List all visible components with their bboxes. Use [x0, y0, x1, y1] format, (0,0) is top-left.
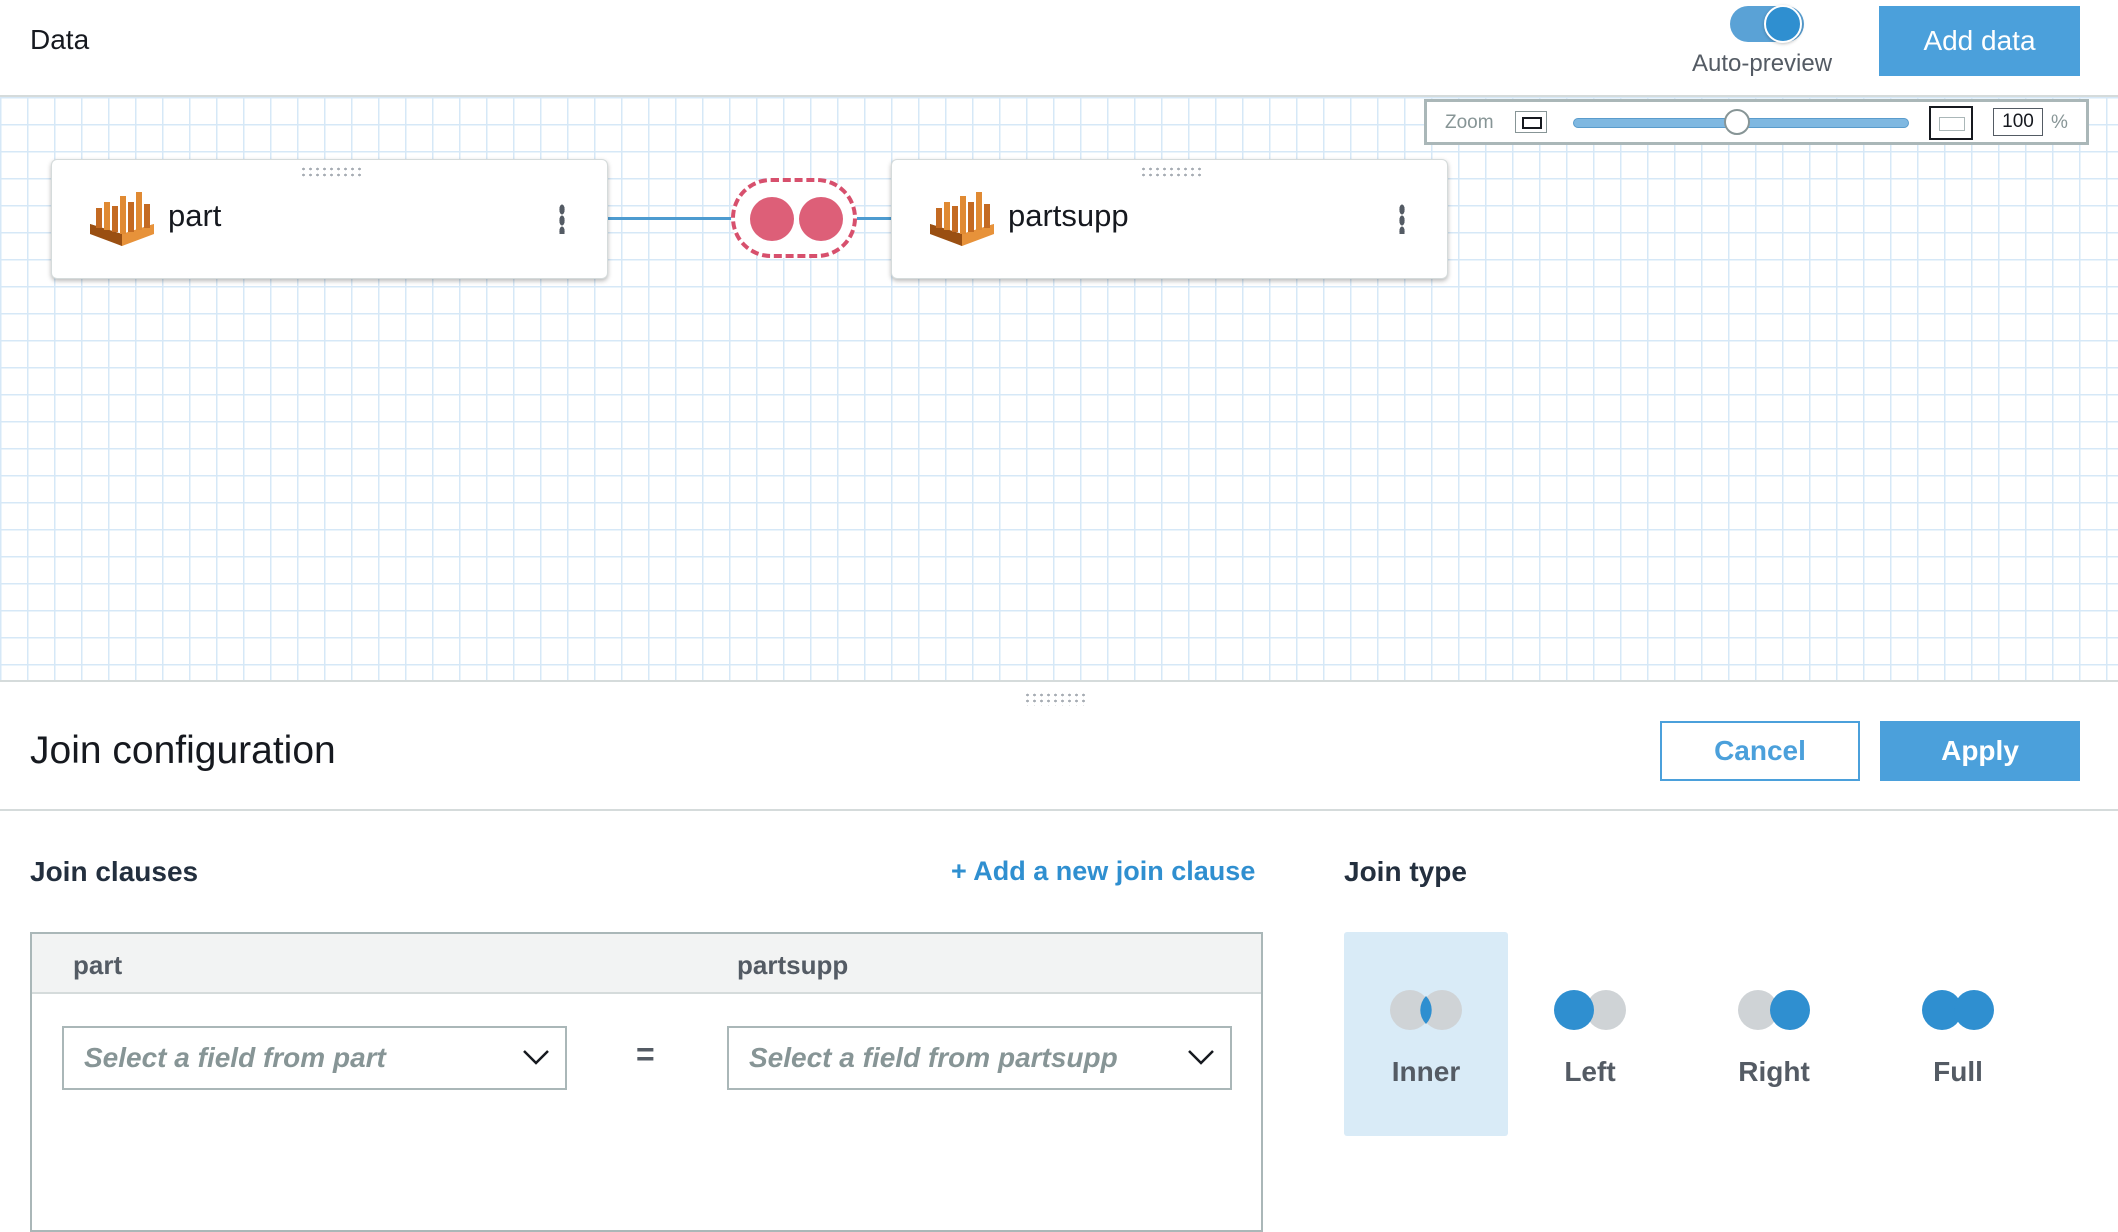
join-type-right[interactable]: Right	[1692, 932, 1856, 1136]
left-join-icon	[1554, 990, 1626, 1030]
redshift-table-icon	[930, 192, 994, 246]
left-dataset-column: part	[73, 950, 123, 980]
join-clauses-table: part partsupp Select a field from part =…	[30, 932, 1263, 1232]
join-type-heading: Join type	[1344, 856, 1467, 887]
auto-preview-label: Auto-preview	[1692, 50, 1833, 77]
apply-button[interactable]: Apply	[1880, 721, 2080, 781]
chevron-down-icon	[523, 1050, 549, 1065]
page-title: Data	[30, 24, 90, 55]
join-type-label: Inner	[1391, 1056, 1461, 1087]
join-type-label: Left	[1564, 1056, 1616, 1087]
join-clauses-heading: Join clauses	[30, 856, 199, 887]
zoom-unit: %	[2051, 112, 2068, 133]
panel-resize-handle[interactable]	[1024, 692, 1086, 706]
join-circle-right	[799, 197, 843, 241]
right-field-select[interactable]: Select a field from partsupp	[727, 1026, 1232, 1090]
join-type-label: Right	[1738, 1056, 1810, 1087]
join-type-left[interactable]: Left	[1508, 932, 1672, 1136]
more-options-icon[interactable]	[1399, 204, 1405, 234]
join-type-label: Full	[1933, 1056, 1983, 1087]
dataset-node-part[interactable]: part	[51, 159, 608, 279]
dataset-node-label: part	[168, 198, 222, 233]
right-field-placeholder: Select a field from partsupp	[749, 1042, 1118, 1073]
zoom-fit-icon[interactable]	[1929, 106, 1973, 140]
divider	[0, 809, 2118, 811]
join-configuration-title: Join configuration	[30, 729, 336, 772]
join-operator: =	[636, 1036, 655, 1072]
drag-handle-icon[interactable]	[1140, 166, 1202, 178]
more-options-icon[interactable]	[559, 204, 565, 234]
zoom-out-icon[interactable]	[1515, 111, 1547, 133]
join-type-full[interactable]: Full	[1876, 932, 2040, 1136]
join-icon[interactable]	[731, 178, 857, 258]
inner-join-icon	[1390, 990, 1462, 1030]
redshift-table-icon	[90, 192, 154, 246]
full-join-icon	[1922, 990, 1994, 1030]
right-join-icon	[1738, 990, 1810, 1030]
left-field-select[interactable]: Select a field from part	[62, 1026, 567, 1090]
data-canvas[interactable]: Zoom 100 % part partsupp	[0, 97, 2118, 682]
cancel-button[interactable]: Cancel	[1660, 721, 1860, 781]
add-join-clause-link[interactable]: + Add a new join clause	[951, 856, 1255, 887]
auto-preview-toggle[interactable]	[1730, 5, 1804, 43]
join-type-inner[interactable]: Inner	[1344, 932, 1508, 1136]
zoom-control: Zoom 100 %	[1424, 99, 2089, 145]
dataset-node-partsupp[interactable]: partsupp	[891, 159, 1448, 279]
chevron-down-icon	[1188, 1050, 1214, 1065]
zoom-slider-thumb[interactable]	[1724, 109, 1750, 135]
right-dataset-column: partsupp	[737, 950, 849, 980]
left-field-placeholder: Select a field from part	[84, 1042, 386, 1073]
dataset-node-label: partsupp	[1008, 198, 1129, 233]
zoom-label: Zoom	[1445, 112, 1494, 133]
join-clauses-header: part partsupp	[32, 934, 1261, 994]
top-bar: Data Auto-preview Add data	[0, 0, 2118, 97]
add-data-button[interactable]: Add data	[1879, 6, 2080, 76]
join-circle-left	[750, 197, 794, 241]
toggle-knob	[1764, 5, 1802, 43]
zoom-value-input[interactable]: 100	[1993, 108, 2043, 136]
drag-handle-icon[interactable]	[300, 166, 362, 178]
